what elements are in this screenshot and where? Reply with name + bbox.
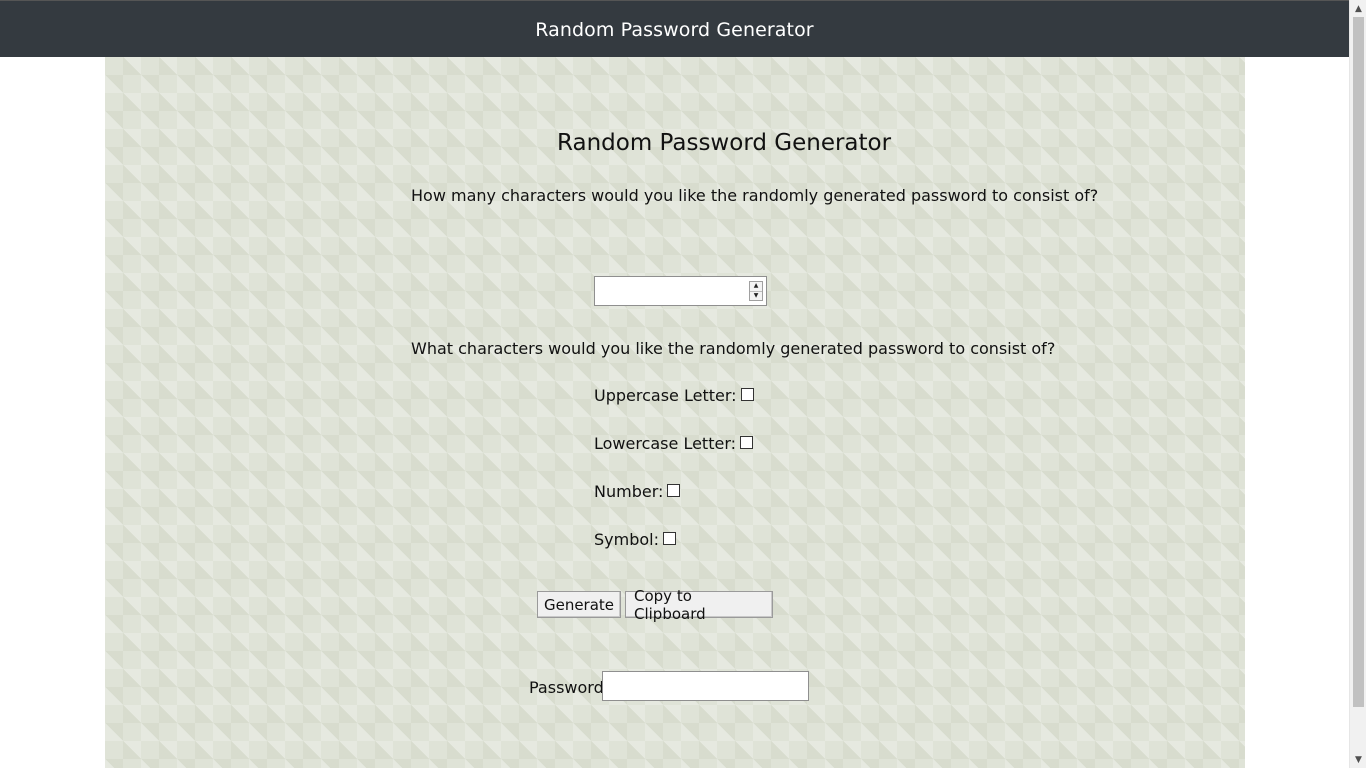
option-lowercase-label: Lowercase Letter: [594,434,736,453]
spinner-up-icon[interactable]: ▲ [750,282,762,292]
option-uppercase: Uppercase Letter: [594,386,754,405]
page-title: Random Password Generator [557,130,892,156]
option-number: Number: [594,482,681,501]
vertical-scrollbar[interactable]: ▲ ▼ [1349,0,1366,768]
copy-to-clipboard-button[interactable]: Copy to Clipboard [625,587,773,623]
length-question: How many characters would you like the r… [411,186,1099,205]
option-number-label: Number: [594,482,664,501]
types-question: What characters would you like the rando… [411,339,1056,358]
password-label: Password: [529,678,610,697]
length-spinner[interactable]: ▲ ▼ [749,281,763,301]
option-lowercase: Lowercase Letter: [594,434,753,453]
scroll-down-icon[interactable]: ▼ [1350,751,1366,768]
scroll-up-icon[interactable]: ▲ [1350,0,1366,17]
main-content-panel [105,57,1245,768]
option-symbol-label: Symbol: [594,530,659,549]
symbol-checkbox[interactable] [663,531,676,545]
navbar-title: Random Password Generator [535,19,814,41]
option-symbol: Symbol: [594,530,676,549]
spinner-down-icon[interactable]: ▼ [750,292,762,301]
generate-button[interactable]: Generate [537,591,621,618]
password-length-input[interactable]: ▲ ▼ [594,276,767,306]
top-navbar: Random Password Generator [0,0,1349,57]
number-checkbox[interactable] [667,483,681,497]
uppercase-checkbox[interactable] [740,387,754,401]
scrollbar-thumb[interactable] [1353,17,1364,707]
lowercase-checkbox[interactable] [740,435,753,449]
option-uppercase-label: Uppercase Letter: [594,386,737,405]
password-output-field[interactable] [602,671,809,701]
